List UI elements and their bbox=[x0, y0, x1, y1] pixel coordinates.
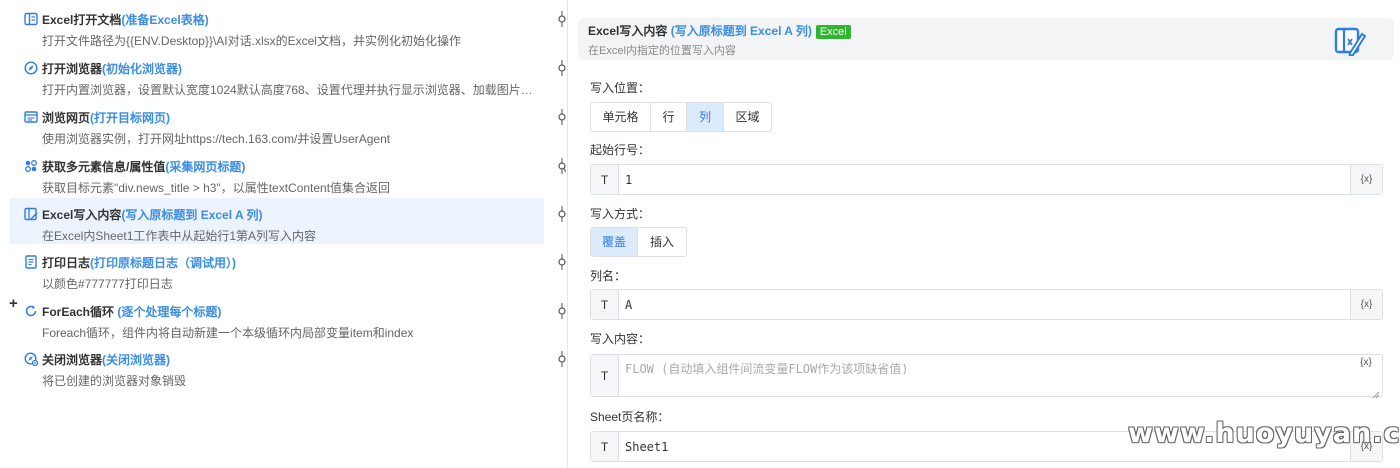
step-excel-open[interactable]: Excel打开文档(准备Excel表格) 打开文件路径为{{ENV.Deskto… bbox=[10, 3, 544, 49]
step-name: 获取多元素信息/属性值 bbox=[42, 160, 166, 174]
step-open-browser[interactable]: 打开浏览器(初始化浏览器) 打开内置浏览器，设置默认宽度1024默认高度768、… bbox=[10, 52, 544, 98]
write-position-selector: 单元格 行 列 区域 bbox=[590, 102, 772, 132]
step-description: 打开文件路径为{{ENV.Desktop}}\AI对话.xlsx的Excel文档… bbox=[42, 34, 461, 48]
collect-elements-icon bbox=[24, 159, 38, 173]
step-description: 以颜色#777777打印日志 bbox=[42, 277, 173, 291]
position-option-cell[interactable]: 单元格 bbox=[591, 103, 651, 131]
step-title: Excel写入内容(写入原标题到 Excel A 列) bbox=[42, 206, 263, 223]
connector-port-icon[interactable] bbox=[556, 351, 568, 367]
step-alias: (打印原标题日志（调试用）) bbox=[90, 256, 237, 270]
excel-write-large-icon bbox=[1334, 26, 1367, 58]
position-option-range[interactable]: 区域 bbox=[724, 103, 771, 131]
step-alias: (初始化浏览器) bbox=[102, 62, 183, 76]
properties-panel: Excel写入内容 (写入原标题到 Excel A 列) Excel 在Excel… bbox=[578, 0, 1396, 468]
sheet-name-label: Sheet页名称： bbox=[590, 410, 670, 424]
connector-port-icon[interactable] bbox=[556, 158, 568, 174]
step-description: 在Excel内Sheet1工作表中从起始行1第A列写入内容 bbox=[42, 229, 317, 243]
step-title: 打开浏览器(初始化浏览器) bbox=[42, 60, 182, 77]
type-tag[interactable]: T bbox=[591, 165, 619, 194]
step-description: 获取目标元素"div.news_title > h3"，以属性textConte… bbox=[42, 181, 391, 195]
step-title: Excel打开文档(准备Excel表格) bbox=[42, 11, 209, 28]
step-description: 打开内置浏览器，设置默认宽度1024默认高度768、设置代理并执行显示浏览器、加… bbox=[42, 83, 542, 97]
excel-write-icon bbox=[24, 207, 38, 221]
resize-grip-icon[interactable] bbox=[1372, 386, 1380, 399]
variable-button[interactable]: {x} bbox=[1350, 290, 1382, 319]
column-name-value[interactable]: A bbox=[625, 298, 632, 312]
excel-open-icon bbox=[24, 12, 38, 26]
step-title: 关闭浏览器(关闭浏览器) bbox=[42, 351, 170, 368]
step-title: 浏览网页(打开目标网页) bbox=[42, 109, 170, 126]
step-foreach-loop[interactable]: ForEach循环 (逐个处理每个标题) Foreach循环，组件内将自动新建一… bbox=[10, 295, 544, 341]
watermark: www.huoyuyan.com bbox=[1128, 418, 1400, 449]
type-tag[interactable]: T bbox=[591, 355, 619, 396]
panel-title-name: Excel写入内容 bbox=[588, 24, 668, 38]
connector-port-icon[interactable] bbox=[556, 11, 568, 27]
step-name: 打印日志 bbox=[42, 256, 91, 270]
panel-title-alias: (写入原标题到 Excel A 列) bbox=[667, 24, 812, 38]
step-name: Excel写入内容 bbox=[42, 208, 122, 222]
column-name-label: 列名： bbox=[590, 269, 627, 283]
step-alias: (打开目标网页) bbox=[90, 111, 171, 125]
loop-icon bbox=[24, 304, 38, 318]
step-excel-write[interactable]: Excel写入内容(写入原标题到 Excel A 列) 在Excel内Sheet… bbox=[10, 198, 544, 244]
print-log-icon bbox=[24, 255, 38, 269]
step-name: 浏览网页 bbox=[42, 111, 91, 125]
position-option-row[interactable]: 行 bbox=[651, 103, 687, 131]
write-mode-selector: 覆盖 插入 bbox=[590, 227, 687, 257]
write-position-label: 写入位置： bbox=[590, 81, 651, 95]
step-name: 打开浏览器 bbox=[42, 62, 103, 76]
write-content-label: 写入内容： bbox=[590, 332, 651, 346]
step-title: 获取多元素信息/属性值(采集网页标题) bbox=[42, 158, 245, 175]
step-title: 打印日志(打印原标题日志（调试用）) bbox=[42, 254, 236, 271]
column-name-field[interactable]: T A {x} bbox=[590, 289, 1383, 320]
panel-title: Excel写入内容 (写入原标题到 Excel A 列) Excel bbox=[588, 22, 851, 39]
connector-port-icon[interactable] bbox=[556, 109, 568, 125]
webpage-icon bbox=[24, 110, 38, 124]
step-name: 关闭浏览器 bbox=[42, 353, 103, 367]
step-description: 将已创建的浏览器对象销毁 bbox=[42, 374, 187, 388]
write-mode-label: 写入方式： bbox=[590, 207, 651, 221]
step-name: Excel打开文档 bbox=[42, 13, 122, 27]
start-row-value[interactable]: 1 bbox=[625, 173, 632, 187]
panel-header: Excel写入内容 (写入原标题到 Excel A 列) Excel 在Excel… bbox=[578, 18, 1394, 60]
type-tag[interactable]: T bbox=[591, 432, 619, 461]
excel-badge: Excel bbox=[815, 25, 851, 39]
panel-subtitle: 在Excel内指定的位置写入内容 bbox=[588, 45, 736, 57]
mode-option-overwrite[interactable]: 覆盖 bbox=[591, 228, 638, 256]
browser-compass-icon bbox=[24, 61, 38, 75]
connector-port-icon[interactable] bbox=[556, 254, 568, 270]
step-alias: (逐个处理每个标题) bbox=[114, 305, 222, 319]
step-title: ForEach循环 (逐个处理每个标题) bbox=[42, 303, 221, 320]
step-get-elements[interactable]: 获取多元素信息/属性值(采集网页标题) 获取目标元素"div.news_titl… bbox=[10, 150, 544, 196]
step-description: 使用浏览器实例，打开网址https://tech.163.com/并设置User… bbox=[42, 132, 391, 146]
step-alias: (写入原标题到 Excel A 列) bbox=[121, 208, 263, 222]
step-alias: (关闭浏览器) bbox=[102, 353, 171, 367]
step-description: Foreach循环，组件内将自动新建一个本级循环内局部变量item和index bbox=[42, 326, 414, 340]
start-row-label: 起始行号： bbox=[590, 143, 651, 157]
write-content-placeholder[interactable]: FLOW (自动填入组件间流变量FLOW作为该项缺省值) bbox=[625, 360, 908, 377]
close-browser-icon bbox=[24, 352, 39, 367]
variable-button[interactable]: {x} bbox=[1350, 165, 1382, 194]
sheet-name-value[interactable]: Sheet1 bbox=[625, 440, 668, 454]
step-alias: (采集网页标题) bbox=[165, 160, 246, 174]
workflow-step-list: Excel打开文档(准备Excel表格) 打开文件路径为{{ENV.Deskto… bbox=[0, 0, 548, 468]
position-option-column[interactable]: 列 bbox=[687, 103, 724, 131]
step-alias: (准备Excel表格) bbox=[121, 13, 209, 27]
connector-port-icon[interactable] bbox=[556, 60, 568, 76]
write-content-field[interactable]: T FLOW (自动填入组件间流变量FLOW作为该项缺省值) {x} bbox=[590, 354, 1383, 399]
type-tag[interactable]: T bbox=[591, 290, 619, 319]
step-close-browser[interactable]: 关闭浏览器(关闭浏览器) 将已创建的浏览器对象销毁 bbox=[10, 343, 544, 389]
connector-port-icon[interactable] bbox=[556, 303, 568, 319]
step-browse-webpage[interactable]: 浏览网页(打开目标网页) 使用浏览器实例，打开网址https://tech.16… bbox=[10, 101, 544, 147]
mode-option-insert[interactable]: 插入 bbox=[638, 228, 686, 256]
connector-port-icon[interactable] bbox=[556, 206, 568, 222]
step-print-log[interactable]: 打印日志(打印原标题日志（调试用）) 以颜色#777777打印日志 bbox=[10, 246, 544, 292]
step-name: ForEach循环 bbox=[42, 305, 115, 319]
start-row-field[interactable]: T 1 {x} bbox=[590, 164, 1383, 195]
